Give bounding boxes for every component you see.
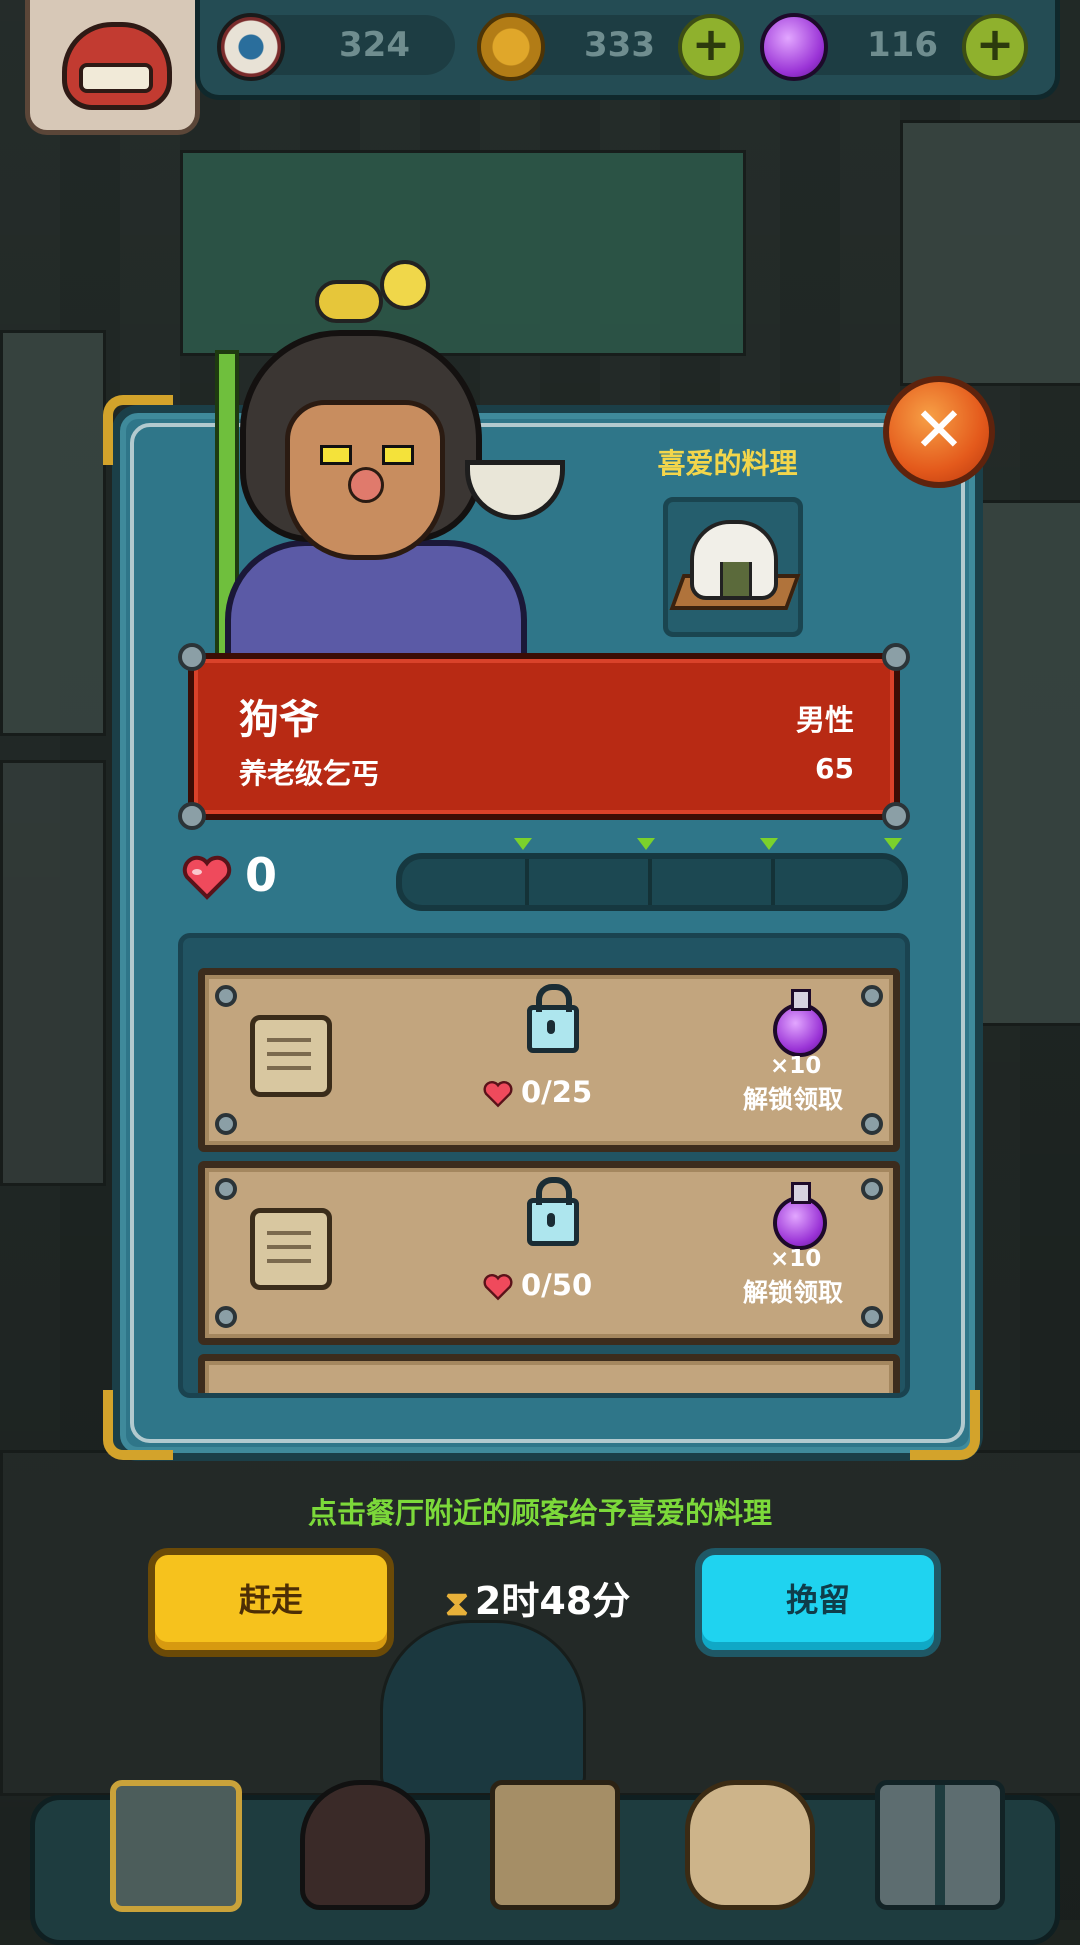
reward-requirement: 0/50 [483,1268,592,1302]
customer-title: 养老级乞丐 [239,757,380,790]
panel-corner-ornament [910,1390,980,1460]
bird-on-head [315,280,383,323]
potion-icon [773,989,827,1057]
close-icon: ✕ [913,393,965,466]
favorite-dish-slot[interactable] [663,497,803,637]
reward-quantity: ×10 [770,1246,822,1272]
scroll-icon [250,1015,332,1097]
reward-row[interactable]: 0/50 ×10 解锁领取 [198,1161,900,1345]
player-avatar-face [62,22,172,110]
player-avatar[interactable] [25,0,200,135]
bolt [882,802,910,830]
add-coins-button[interactable]: + [678,14,744,80]
customer-gender: 男性 [795,703,854,737]
panel-corner-ornament [103,395,173,465]
teeth-detail [79,63,153,93]
timer-text: 2时48分 [474,1579,631,1623]
lock-icon [527,1177,579,1246]
customer-level: 65 [815,752,854,785]
progress-divider [525,859,529,905]
bolt [215,985,237,1007]
coin-icon [477,13,545,81]
customer-portrait [215,260,565,688]
eye [320,445,352,465]
potion-count: 116 [867,25,938,65]
hint-text: 点击餐厅附近的顾客给予喜爱的料理 [307,1496,772,1530]
potion-icon [773,1182,827,1250]
milestone-marker [637,838,655,850]
dismiss-button[interactable]: 赶走 [148,1548,394,1657]
milestone-marker [884,838,902,850]
bolt [215,1178,237,1200]
nori-wrap [720,562,752,596]
recipe-book-icon[interactable] [490,1780,620,1910]
reward-requirement: 0/25 [483,1075,592,1109]
bolt [861,1306,883,1328]
favor-points: 0 [245,848,278,902]
restaurant-icon[interactable] [110,1780,242,1912]
panel-corner-ornament [103,1390,173,1460]
reward-row-partial[interactable] [198,1354,900,1393]
milestone-marker [760,838,778,850]
unlock-claim-label[interactable]: 解锁领取 [743,1080,843,1116]
retain-button[interactable]: 挽留 [695,1548,941,1657]
add-potions-button[interactable]: + [962,14,1028,80]
resource-bar: 324 333 + 116 + [195,0,1060,100]
onigiri-dish-icon [690,520,778,600]
bolt [215,1306,237,1328]
face [285,400,445,560]
heart-icon [483,1081,513,1108]
progress-divider [771,859,775,905]
monster-icon[interactable] [300,1780,430,1910]
unlock-claim-label[interactable]: 解锁领取 [743,1273,843,1309]
heart-icon [483,1274,513,1301]
grid-menu-icon[interactable] [875,1780,1005,1910]
eyeball-icon [217,13,285,81]
bolt [882,643,910,671]
reward-quantity: ×10 [770,1053,822,1079]
bottom-navigation [30,1780,1060,1945]
progress-divider [648,859,652,905]
reward-list[interactable]: 0/25 ×10 解锁领取 0/50 ×10 解锁领取 [178,933,910,1398]
coin-count: 333 [584,25,655,65]
reward-row[interactable]: 0/25 ×10 解锁领取 [198,968,900,1152]
scroll-icon [250,1208,332,1290]
bolt [178,802,206,830]
heart-icon [182,855,232,900]
stay-timer: ⧗ 2时48分 [445,1570,630,1625]
eyeball-count: 324 [339,25,410,65]
potion-icon [760,13,828,81]
close-button[interactable]: ✕ [883,376,995,488]
hourglass-icon: ⧗ [445,1583,469,1624]
requirement-text: 0/50 [521,1268,593,1302]
bolt [861,985,883,1007]
favor-progress-bar [396,853,908,911]
milestone-marker [514,838,532,850]
customer-name: 狗爷 [239,697,319,743]
nose [348,467,384,503]
requirement-text: 0/25 [521,1075,593,1109]
customer-name-banner: 狗爷 男性 养老级乞丐 65 [178,643,910,830]
bird-on-head [380,260,430,310]
bolt [861,1178,883,1200]
lock-icon [527,984,579,1053]
bolt [215,1113,237,1135]
eyeball-resource: 324 [217,13,455,81]
bolt [861,1113,883,1135]
money-bag-icon[interactable] [685,1780,815,1910]
eye [382,445,414,465]
bolt [178,643,206,671]
favorite-dish-title: 喜爱的料理 [657,447,798,480]
